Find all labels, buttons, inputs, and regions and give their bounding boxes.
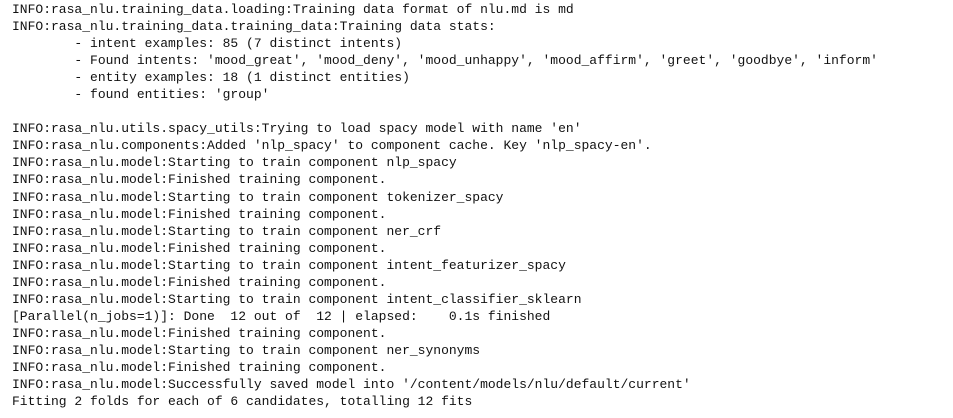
log-line: INFO:rasa_nlu.model:Finished training co… [12,359,387,375]
log-line: INFO:rasa_nlu.utils.spacy_utils:Trying t… [12,121,582,137]
log-line: INFO:rasa_nlu.model:Finished training co… [12,240,387,256]
log-line: INFO:rasa_nlu.model:Successfully saved m… [12,377,691,393]
log-line: INFO:rasa_nlu.model:Finished training co… [12,325,387,341]
log-line: - entity examples: 18 (1 distinct entiti… [12,70,410,86]
log-line: INFO:rasa_nlu.components:Added 'nlp_spac… [12,138,652,154]
log-line: INFO:rasa_nlu.model:Starting to train co… [12,257,566,273]
log-line: - intent examples: 85 (7 distinct intent… [12,36,403,52]
log-line: INFO:rasa_nlu.model:Finished training co… [12,172,387,188]
log-line: INFO:rasa_nlu.model:Starting to train co… [12,155,457,171]
log-line: INFO:rasa_nlu.training_data.training_dat… [12,19,496,35]
log-line: INFO:rasa_nlu.model:Finished training co… [12,274,387,290]
log-line: INFO:rasa_nlu.training_data.loading:Trai… [12,2,574,17]
log-line: INFO:rasa_nlu.model:Starting to train co… [12,189,504,205]
console-output: INFO:rasa_nlu.training_data.loading:Trai… [0,0,953,418]
log-line: INFO:rasa_nlu.model:Finished training co… [12,206,387,222]
log-line: - Found intents: 'mood_great', 'mood_den… [12,53,878,69]
log-line: INFO:rasa_nlu.model:Starting to train co… [12,291,582,307]
log-line: INFO:rasa_nlu.model:Starting to train co… [12,342,481,358]
log-line: [Parallel(n_jobs=1)]: Done 12 out of 12 … [12,308,551,324]
log-line: Fitting 2 folds for each of 6 candidates… [12,394,473,410]
log-line: - found entities: 'group' [12,87,270,103]
log-line: INFO:rasa_nlu.model:Starting to train co… [12,223,442,239]
